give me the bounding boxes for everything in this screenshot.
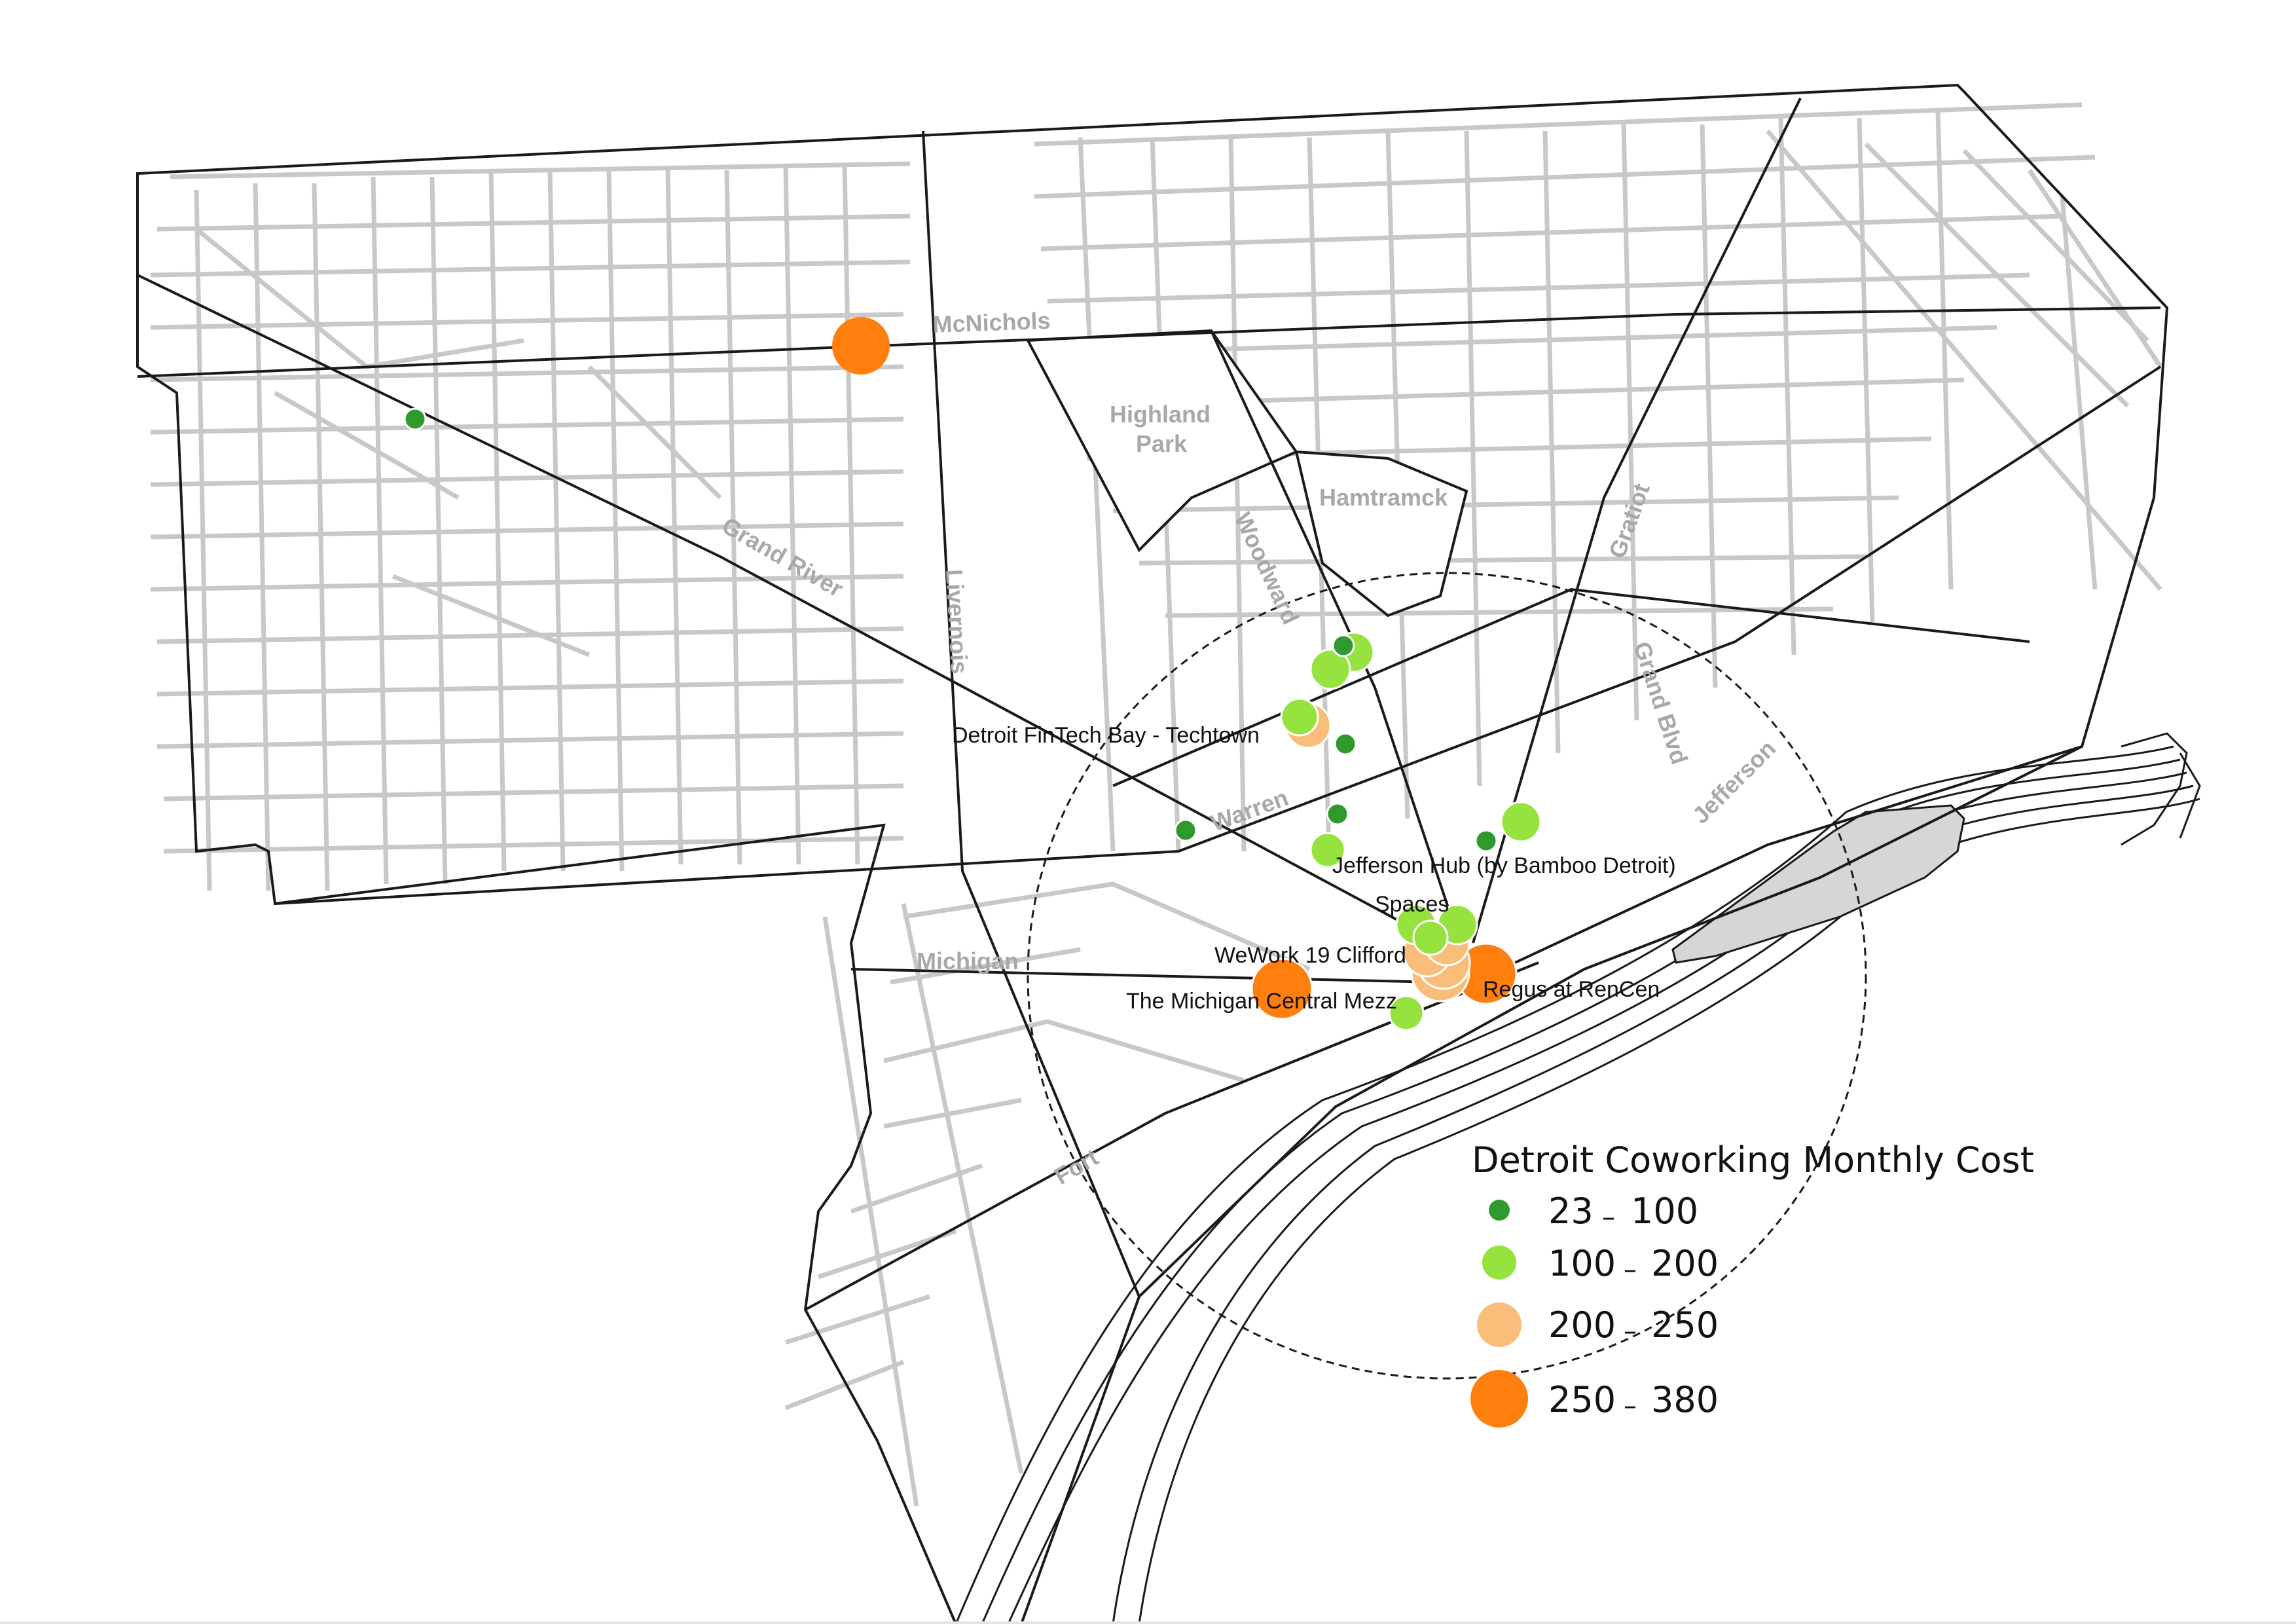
legend-dash-medium: – (1624, 1255, 1637, 1285)
label-michigan: Michigan (917, 948, 1019, 974)
legend-min-xlarge: 250 (1548, 1379, 1616, 1420)
legend-dash-small: – (1602, 1202, 1615, 1232)
legend-swatch-small (1489, 1200, 1510, 1221)
road-grand-blvd (1112, 587, 2030, 787)
marker-jefferson-hub-small[interactable] (1474, 829, 1498, 853)
marker-downtown-green[interactable] (1412, 919, 1449, 956)
legend-max-large: 250 (1651, 1304, 1719, 1346)
legend-dash-xlarge: – (1624, 1391, 1637, 1421)
label-jefferson: Jefferson (1687, 735, 1781, 829)
label-highland-park-line2: Park (1136, 430, 1188, 457)
label-mcnichols: McNichols (932, 307, 1051, 338)
label-techtown: Detroit FinTech Bay - Techtown (952, 723, 1260, 748)
road-fort (805, 961, 1539, 1311)
legend-min-large: 200 (1548, 1304, 1616, 1346)
label-jefferson-hub: Jefferson Hub (by Bamboo Detroit) (1332, 853, 1676, 878)
legend-max-medium: 200 (1651, 1243, 1719, 1284)
marker-hamtramck-c[interactable] (1332, 634, 1355, 657)
marker-jefferson-hub[interactable] (1500, 801, 1542, 843)
legend-swatch-xlarge (1470, 1370, 1528, 1428)
legend-swatch-large (1477, 1302, 1522, 1347)
label-spaces: Spaces (1375, 892, 1449, 917)
marker-techtown[interactable] (1280, 697, 1319, 737)
marker-mcnichols[interactable] (832, 317, 890, 375)
label-regus: Regus at RenCen (1483, 977, 1660, 1002)
legend-max-xlarge: 380 (1651, 1379, 1719, 1420)
label-wework: WeWork 19 Clifford (1214, 943, 1406, 968)
legend-title: Detroit Coworking Monthly Cost (1472, 1139, 2034, 1181)
label-hamtramck: Hamtramck (1319, 484, 1448, 511)
label-warren: Warren (1207, 784, 1292, 836)
legend-min-medium: 100 (1548, 1243, 1616, 1284)
label-highland-park-line1: Highland (1110, 401, 1211, 428)
legend: Detroit Coworking Monthly Cost 23 – 100 … (1470, 1139, 2034, 1428)
legend-swatch-medium (1482, 1246, 1516, 1280)
legend-max-small: 100 (1631, 1190, 1698, 1232)
marker-midtown-a[interactable] (1326, 802, 1349, 826)
street-grid (150, 102, 2162, 1507)
marker-techtown-small[interactable] (1334, 732, 1357, 756)
marker-warren[interactable] (1174, 819, 1197, 842)
legend-dash-large: – (1624, 1316, 1637, 1346)
label-gratiot: Gratiot (1603, 480, 1655, 562)
label-livernois: Livernois (941, 568, 973, 674)
label-michigan-central: The Michigan Central Mezz (1126, 989, 1397, 1014)
marker-grand-river-west[interactable] (403, 407, 427, 431)
bottom-edge-bar (0, 1621, 2296, 1624)
map-canvas: McNichols Grand River Livernois Woodward… (136, 83, 2201, 1624)
legend-min-small: 23 (1548, 1190, 1594, 1232)
